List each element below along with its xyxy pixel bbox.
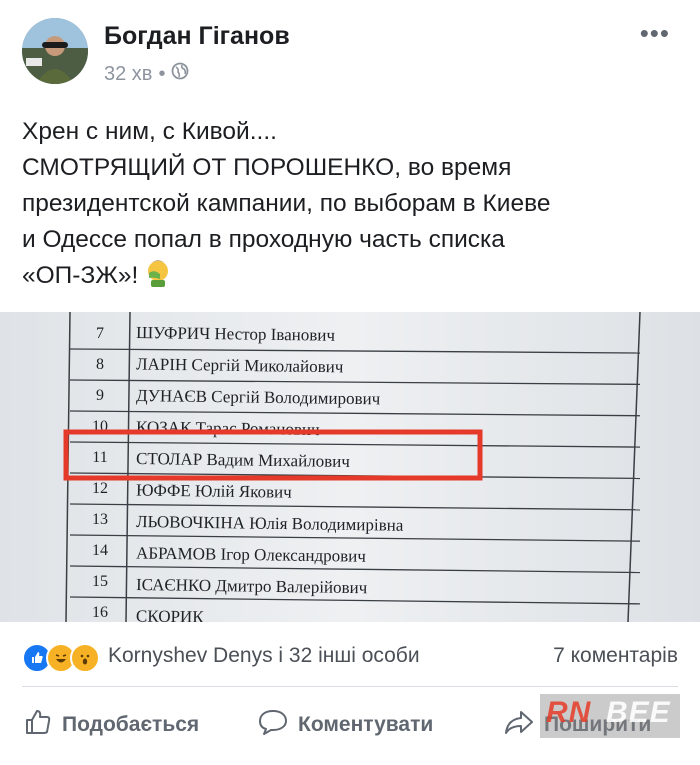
reaction-names[interactable]: Kornyshev Denys і 32 інші особи xyxy=(108,644,420,668)
reactions-bar: Kornyshev Denys і 32 інші особи 7 комент… xyxy=(0,632,700,682)
post-text-line: СМОТРЯЩИЙ ОТ ПОРОШЕНКО, во время xyxy=(22,154,512,181)
watermark-left: RN xyxy=(546,696,592,729)
actions-divider xyxy=(22,686,678,687)
comments-count[interactable]: 7 коментарів xyxy=(553,644,678,668)
meta-separator: • xyxy=(158,62,166,85)
globe-icon xyxy=(171,62,189,86)
list-row-name: ШУФРИЧ Нестор Іванович xyxy=(136,323,336,345)
post-text-line-end: «ОП-ЗЖ»! xyxy=(22,262,139,289)
list-row-number: 11 xyxy=(92,449,107,466)
post-text-line: Хрен с ним, с Кивой.... xyxy=(22,118,277,145)
thumbs-up-icon xyxy=(24,708,52,742)
list-row-name: ІСАЄНКО Дмитро Валерійович xyxy=(136,575,368,597)
list-row-name: КОЗАК Тарас Романович xyxy=(136,418,320,440)
post-text-line: «ОП-ЗЖ»! xyxy=(22,258,682,298)
list-row-number: 14 xyxy=(92,542,108,559)
post-header: Богдан Гіганов 32 хв • ••• xyxy=(0,0,700,100)
facepalm-emoji-icon xyxy=(145,259,171,298)
watermark-right: BEE xyxy=(606,696,671,729)
list-row-name: ЮФФЕ Юлій Якович xyxy=(136,481,292,502)
author-avatar[interactable] xyxy=(22,18,88,84)
list-row-number: 9 xyxy=(96,387,104,404)
post-text: Хрен с ним, с Кивой.... СМОТРЯЩИЙ ОТ ПОР… xyxy=(22,114,682,298)
like-button[interactable]: Подобається xyxy=(24,708,199,742)
comment-bubble-icon xyxy=(258,708,288,742)
list-row-name: СКОРИК xyxy=(136,607,205,622)
post-text-line: президентской кампании, по выборам в Кие… xyxy=(22,190,551,217)
post-time[interactable]: 32 хв xyxy=(104,63,152,86)
author-name[interactable]: Богдан Гіганов xyxy=(104,22,290,51)
like-label: Подобається xyxy=(62,713,200,736)
reaction-icons[interactable] xyxy=(22,643,100,673)
list-row-name: АБРАМОВ Ігор Олександрович xyxy=(136,544,367,566)
list-row-name: ДУНАЄВ Сергій Володимирович xyxy=(136,386,381,408)
wow-reaction-icon xyxy=(70,643,100,673)
more-options-icon[interactable]: ••• xyxy=(640,18,670,49)
list-row-name: ЛЬОВОЧКІНА Юлія Володимирівна xyxy=(136,512,404,535)
list-row-number: 12 xyxy=(92,480,108,497)
list-row-name: СТОЛАР Вадим Михайлович xyxy=(136,449,351,471)
share-arrow-icon xyxy=(504,708,534,742)
list-row-name: ЛАРІН Сергій Миколайович xyxy=(136,355,344,377)
post-photo[interactable]: 7 ШУФРИЧ Нестор Іванович 8 ЛАРІН Сергій Мик… xyxy=(0,312,700,622)
list-row-number: 13 xyxy=(92,511,108,528)
list-row-number: 16 xyxy=(92,604,108,621)
post-text-line: и Одессе попал в проходную часть списка xyxy=(22,226,505,253)
list-row-number: 15 xyxy=(92,573,108,590)
party-list-photo: 7 ШУФРИЧ Нестор Іванович 8 ЛАРІН Сергій Мик… xyxy=(0,312,700,622)
comment-button[interactable]: Коментувати xyxy=(258,708,433,742)
comment-label: Коментувати xyxy=(298,713,434,736)
watermark-logo: RN BEE xyxy=(540,694,680,738)
list-row-number: 8 xyxy=(96,356,104,373)
post-meta: 32 хв • xyxy=(104,62,189,86)
list-row-number: 7 xyxy=(96,325,104,342)
